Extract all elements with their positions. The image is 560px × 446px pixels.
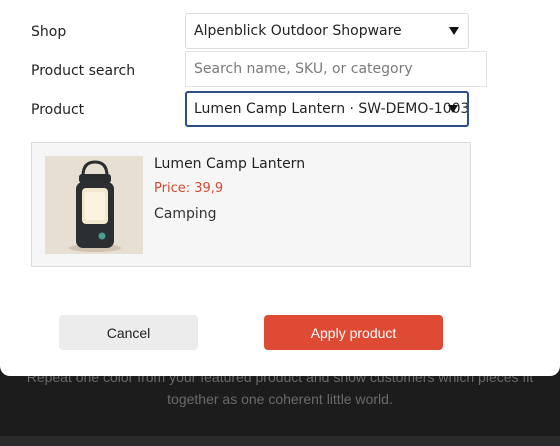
product-category: Camping xyxy=(154,206,217,222)
chevron-down-icon xyxy=(448,105,458,113)
bottom-bar xyxy=(0,436,560,446)
product-label: Product xyxy=(31,102,85,118)
product-select[interactable]: Lumen Camp Lantern · SW-DEMO-1003 xyxy=(185,91,469,127)
background-text-line-2: together as one coherent little world. xyxy=(167,391,393,407)
shop-label: Shop xyxy=(31,24,67,40)
product-select-value: Lumen Camp Lantern · SW-DEMO-1003 xyxy=(194,101,469,117)
cancel-button[interactable]: Cancel xyxy=(59,315,198,350)
shop-select[interactable]: Alpenblick Outdoor Shopware xyxy=(185,13,469,49)
product-name: Lumen Camp Lantern xyxy=(154,156,306,172)
chevron-down-icon xyxy=(449,27,459,35)
lantern-product-image xyxy=(45,156,143,254)
select-product-dialog: Shop Alpenblick Outdoor Shopware Product… xyxy=(0,0,560,376)
product-search-label: Product search xyxy=(31,63,136,79)
apply-product-button[interactable]: Apply product xyxy=(264,315,443,350)
product-search-input[interactable] xyxy=(185,51,487,87)
product-price: Price: 39,9 xyxy=(154,181,224,196)
shop-select-value: Alpenblick Outdoor Shopware xyxy=(194,23,402,39)
product-preview-card: Lumen Camp Lantern Price: 39,9 Camping xyxy=(31,142,471,267)
